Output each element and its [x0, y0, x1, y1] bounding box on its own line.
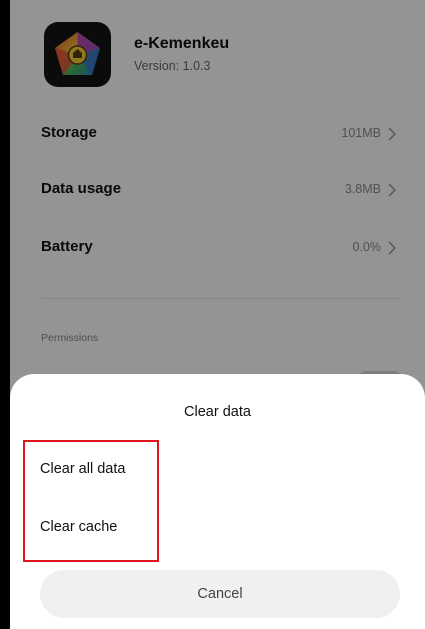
app-info-screen: e-Kemenkeu Version: 1.0.3 Storage 101MB … [10, 0, 425, 629]
device-edge [0, 0, 10, 629]
screen-frame: e-Kemenkeu Version: 1.0.3 Storage 101MB … [0, 0, 425, 629]
clear-data-sheet: Clear data Clear all data Clear cache Ca… [10, 374, 425, 629]
cancel-button[interactable]: Cancel [40, 570, 400, 618]
highlight-box [23, 440, 159, 562]
sheet-title: Clear data [184, 404, 251, 420]
